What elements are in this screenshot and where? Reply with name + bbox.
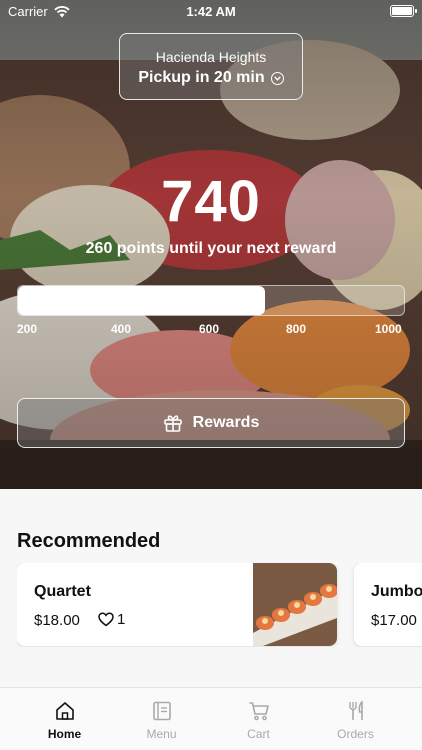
- chevron-down-icon: [270, 71, 284, 85]
- points-until-reward: 260 points until your next reward: [85, 240, 337, 257]
- clock: 1:42 AM: [186, 4, 236, 19]
- tab-label: Cart: [247, 727, 270, 741]
- tick-label: 200: [17, 322, 38, 336]
- recommended-carousel[interactable]: Quartet $18.00 1 Jumbo $17.00: [17, 563, 422, 647]
- tab-label: Orders: [337, 727, 374, 741]
- tab-label: Home: [47, 727, 82, 741]
- pickup-label: Pickup in 20 min: [138, 69, 265, 86]
- sushi-roll-photo: [253, 563, 337, 646]
- progress-tick-labels: 200 400 600 800 1000: [0, 322, 422, 338]
- recommended-item-card[interactable]: Quartet $18.00 1: [17, 563, 337, 646]
- rewards-button[interactable]: Rewards: [17, 398, 405, 448]
- orders-icon: [348, 700, 363, 720]
- tab-orders[interactable]: Orders: [307, 688, 404, 750]
- item-price: $18.00: [34, 612, 80, 629]
- tick-label: 400: [111, 322, 132, 336]
- location-selector-button[interactable]: Hacienda Heights Pickup in 20 min: [119, 33, 303, 100]
- battery-icon: [390, 5, 417, 17]
- cart-icon: [249, 702, 269, 721]
- tab-home[interactable]: Home: [16, 688, 113, 750]
- hero-banner: Carrier 1:42 AM Hacienda Heights Pickup …: [0, 0, 422, 489]
- store-name: Hacienda Heights: [155, 49, 267, 65]
- tab-label: Menu: [146, 727, 177, 741]
- tab-cart[interactable]: Cart: [210, 688, 307, 750]
- item-price: $17.00: [371, 612, 417, 629]
- rewards-progress-fill: [18, 286, 266, 315]
- heart-icon: [98, 612, 114, 627]
- tab-menu[interactable]: Menu: [113, 688, 210, 750]
- gift-icon: [163, 415, 182, 432]
- tick-label: 600: [199, 322, 220, 336]
- like-button[interactable]: 1: [98, 611, 125, 628]
- item-name: Quartet: [34, 583, 91, 600]
- like-count: 1: [117, 611, 126, 628]
- item-name: Jumbo: [371, 583, 422, 600]
- menu-icon: [152, 701, 171, 721]
- points-balance: 740: [161, 169, 261, 234]
- pickup-time: Pickup in 20 min: [138, 69, 284, 87]
- recommended-item-card[interactable]: Jumbo $17.00: [354, 563, 422, 646]
- tick-label: 800: [286, 322, 307, 336]
- recommended-heading: Recommended: [17, 530, 161, 552]
- tick-label: 1000: [375, 322, 402, 336]
- bottom-tab-bar: Home Menu Cart Orders: [0, 687, 422, 750]
- rewards-button-label: Rewards: [192, 414, 260, 431]
- rewards-progress-bar: [17, 285, 405, 316]
- home-icon: [55, 702, 74, 720]
- status-bar: Carrier 1:42 AM: [0, 0, 422, 24]
